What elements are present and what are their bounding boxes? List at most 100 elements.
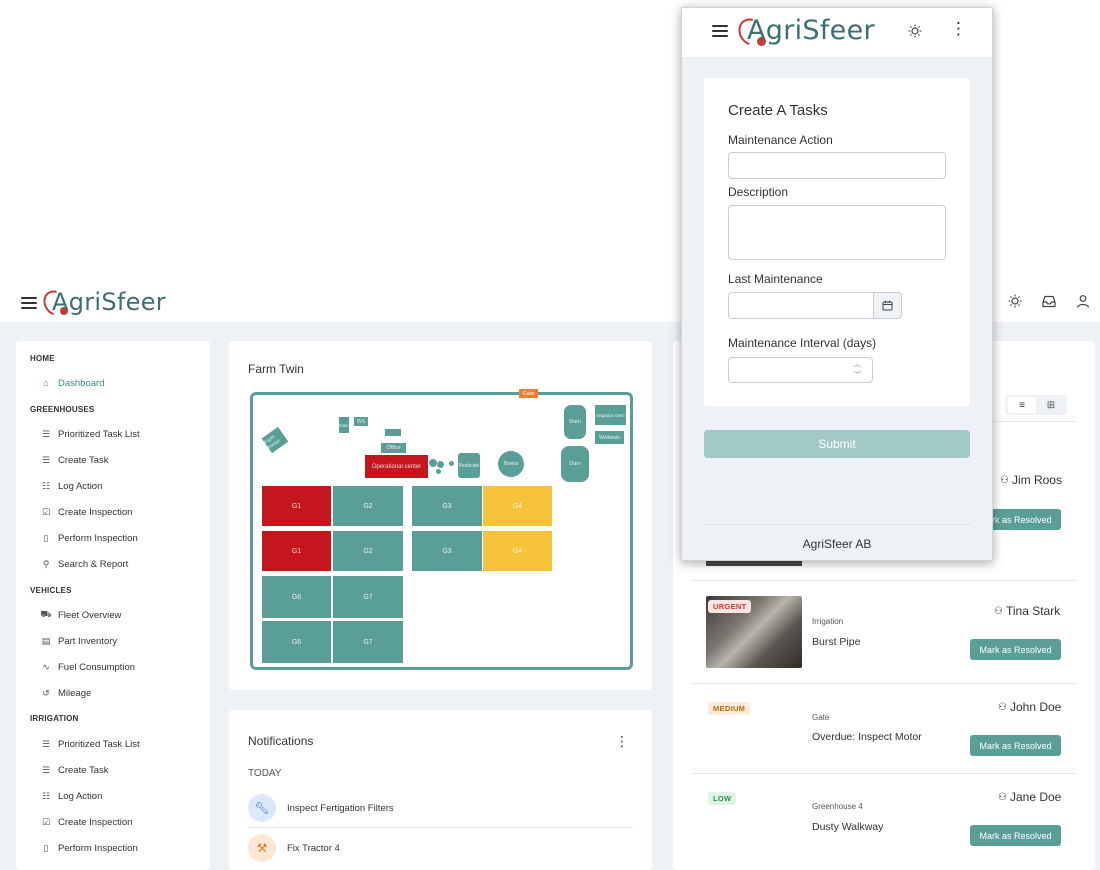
notification-item[interactable]: 🔧︎ Inspect Fertigation Filters [248,794,394,822]
task-card[interactable]: URGENT Irrigation Burst Pipe ⚇ Tina Stark… [692,581,1076,684]
notification-text: Fix Tractor 4 [287,842,340,854]
map-tank-4[interactable] [449,461,454,466]
map-boma[interactable]: Boma [498,451,524,477]
map-greenhouse-g7-bottom[interactable]: G7 [333,621,403,663]
sidebar-item-dashboard[interactable]: ⌂ Dashboard [40,375,104,391]
mark-resolved-button[interactable]: Mark as Resolved [970,639,1061,660]
description-label: Description [728,185,789,199]
map-tank-2[interactable] [437,461,444,468]
map-operational-center[interactable]: Operational center [365,455,428,478]
map-tank-1[interactable] [429,459,437,467]
map-label: Farm house [263,434,282,451]
sidebar-item-ir-log-action[interactable]: ☷ Log Action [40,788,102,804]
sidebar-item-mileage[interactable]: ↺ Mileage [40,685,91,701]
sidebar-item-ir-perform-inspection[interactable]: ▯ Perform Inspection [40,840,138,856]
task-card[interactable]: LOW Greenhouse 4 Dusty Walkway ⚇ Jane Doe… [692,774,1076,870]
menu-icon[interactable] [21,297,37,309]
map-pesticide[interactable]: Pesticide [458,453,480,478]
map-ws[interactable]: WS [354,417,368,426]
submit-button[interactable]: Submit [704,430,970,458]
grid-view-icon[interactable]: ⊞ [1038,397,1064,413]
calendar-icon [882,300,893,311]
more-vertical-icon[interactable]: ⋮ [950,20,967,37]
sidebar-item-gh-create-task[interactable]: ☰ Create Task [40,452,109,468]
sidebar-item-label: Log Action [58,480,103,492]
task-category: Greenhouse 4 [812,802,863,811]
map-wetlands[interactable]: Wetlands [595,431,624,444]
number-stepper[interactable]: ︿ ﹀ [854,359,861,381]
sidebar-item-part-inventory[interactable]: ▤ Part Inventory [40,633,117,649]
sun-icon[interactable] [1005,291,1025,311]
map-greenhouse-g4-top[interactable]: G4 [483,486,552,526]
map-office[interactable]: Office [381,443,406,453]
maintenance-action-input[interactable] [728,152,946,179]
map-greenhouse-g7-top[interactable]: G7 [333,576,403,618]
calendar-button[interactable] [873,292,902,319]
menu-icon[interactable] [712,25,728,37]
map-greenhouse-g3-bottom[interactable]: G3 [412,531,482,571]
sidebar-item-gh-perform-inspection[interactable]: ▯ Perform Inspection [40,530,138,546]
divider [248,827,633,828]
maintenance-interval-input[interactable] [728,357,873,383]
mark-resolved-button[interactable]: Mark as Resolved [970,735,1061,756]
mark-resolved-button[interactable]: Mark as Resolved [970,825,1061,846]
sidebar-item-ir-create-inspection[interactable]: ☑ Create Inspection [40,814,133,830]
description-textarea[interactable] [728,205,946,260]
user-icon[interactable] [1073,291,1093,311]
map-greenhouse-g1-top[interactable]: G1 [262,486,331,526]
map-label: Office [386,445,401,451]
sidebar-item-fuel-consumption[interactable]: ∿ Fuel Consumption [40,659,135,675]
sun-icon[interactable] [905,21,925,41]
notification-item[interactable]: ⚒ Fix Tractor 4 [248,834,340,862]
assignee: ⚇ Jim Roos [1000,473,1062,487]
farm-map: Gate Farm house Dam WS Office Operationa… [250,389,633,670]
sidebar: HOME ⌂ Dashboard GREENHOUSES ☰ Prioritized… [16,341,210,870]
map-greenhouse-g6-bottom[interactable]: G6 [262,621,331,663]
logo[interactable]: AgriSfeer [733,13,875,51]
map-greenhouse-g3-top[interactable]: G3 [412,486,482,526]
inbox-icon[interactable] [1039,291,1059,311]
map-label: Dam [569,419,581,425]
task-title: Burst Pipe [812,636,861,648]
map-irrigation-dam[interactable]: Irrigation Dam [595,405,626,425]
more-vertical-icon[interactable]: ⋮ [615,734,629,748]
view-toggle: ≡ ⊞ [1005,395,1067,415]
logo[interactable]: AgriSfeer [38,286,166,320]
last-maintenance-label: Last Maintenance [728,272,823,286]
map-dam-right[interactable]: Dam [564,405,586,439]
chevron-down-icon[interactable]: ﹀ [854,370,861,381]
sidebar-item-label: Prioritized Task List [58,738,140,750]
sidebar-item-gh-prioritized-task-list[interactable]: ☰ Prioritized Task List [40,426,140,442]
home-icon: ⌂ [43,378,49,388]
map-greenhouse-g2-top[interactable]: G2 [333,486,403,526]
map-block[interactable] [385,429,401,436]
sidebar-item-label: Mileage [58,687,92,699]
map-gate[interactable]: Gate [519,389,538,398]
sidebar-item-gh-search-report[interactable]: ⚲ Search & Report [40,556,129,572]
list-view-icon[interactable]: ≡ [1008,397,1036,413]
map-tank-3[interactable] [436,469,441,474]
map-dam-bottom[interactable]: Dam [561,446,589,482]
map-farm-house[interactable]: Farm house [261,426,289,454]
sidebar-item-label: Perform Inspection [58,842,138,854]
map-greenhouse-g6-top[interactable]: G6 [262,576,331,618]
map-dam-small[interactable]: Dam [339,417,349,433]
history-icon: ↺ [42,687,50,698]
chevron-up-icon[interactable]: ︿ [854,359,861,370]
map-greenhouse-g1-bottom[interactable]: G1 [262,531,331,571]
map-label: Operational center [371,463,422,470]
map-label: Boma [503,461,519,467]
map-greenhouse-g2-bottom[interactable]: G2 [333,531,403,571]
sidebar-item-gh-create-inspection[interactable]: ☑ Create Inspection [40,504,133,520]
map-label: G2 [363,502,373,510]
sidebar-item-ir-create-task[interactable]: ☰ Create Task [40,762,109,778]
sidebar-item-gh-log-action[interactable]: ☷ Log Action [40,478,102,494]
sidebar-item-label: Fuel Consumption [58,661,136,673]
map-greenhouse-g4-bottom[interactable]: G4 [483,531,552,571]
sidebar-item-fleet-overview[interactable]: ⛟ Fleet Overview [40,607,121,623]
last-maintenance-date-input[interactable] [728,292,874,319]
task-card[interactable]: MEDIUM Gate Overdue: Inspect Motor ⚇ John… [692,684,1076,774]
assignee: ⚇ Jane Doe [998,790,1061,804]
assignee-name: Jane Doe [1009,790,1062,804]
sidebar-item-ir-prioritized-task-list[interactable]: ☰ Prioritized Task List [40,736,140,752]
